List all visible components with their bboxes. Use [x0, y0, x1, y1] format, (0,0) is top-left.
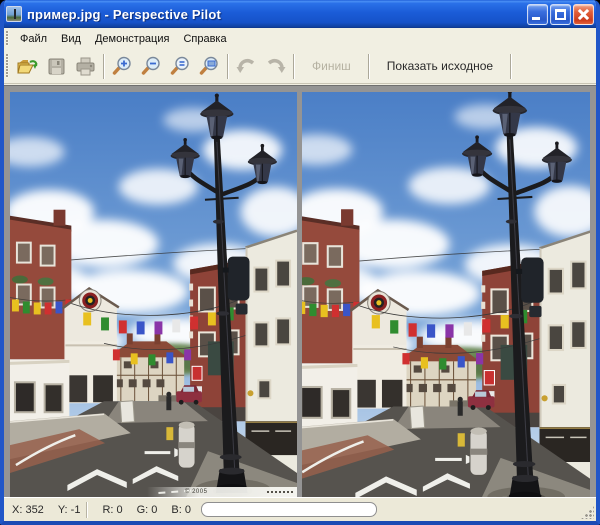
- close-icon: [577, 8, 590, 21]
- zoom-out-button[interactable]: [137, 52, 166, 81]
- photo-original[interactable]: [302, 92, 590, 497]
- print-button[interactable]: [71, 52, 100, 81]
- zoom-in-button[interactable]: [108, 52, 137, 81]
- progress-bar: [201, 502, 377, 517]
- menu-help[interactable]: Справка: [176, 30, 233, 48]
- status-bar: X: 352 Y: -1 R: 0 G: 0 B: 0: [4, 497, 596, 521]
- save-button[interactable]: [42, 52, 71, 81]
- finish-button[interactable]: Финиш: [298, 52, 365, 81]
- status-cursor-y: Y: -1: [57, 503, 81, 516]
- open-folder-icon: [17, 59, 38, 73]
- window-title: пример.jpg - Perspective Pilot: [27, 6, 221, 22]
- toolbar-separator: [103, 53, 105, 79]
- street-scene-corrected: [10, 92, 297, 497]
- zoom-fit-icon: [199, 56, 218, 75]
- zoom-fit-button[interactable]: [195, 52, 224, 81]
- print-icon: [76, 57, 95, 75]
- maximize-icon: [555, 8, 566, 20]
- minimize-icon: [532, 16, 540, 20]
- close-button[interactable]: [573, 3, 594, 25]
- toolbar-grip[interactable]: [6, 54, 9, 78]
- photo-watermark: © 2005: [147, 487, 297, 497]
- undo-icon: [236, 58, 255, 73]
- app-icon: [6, 6, 22, 22]
- menu-file[interactable]: Файл: [13, 30, 54, 48]
- status-blue-value: B: 0: [171, 503, 191, 516]
- minimize-button[interactable]: [527, 3, 548, 25]
- photo-corrected[interactable]: © 2005: [10, 92, 297, 497]
- zoom-in-icon: [112, 56, 131, 75]
- toolbar-separator: [227, 53, 229, 79]
- titlebar[interactable]: пример.jpg - Perspective Pilot: [4, 0, 596, 28]
- undo-button[interactable]: [232, 52, 261, 81]
- redo-button[interactable]: [261, 52, 290, 81]
- toolbar-separator: [367, 53, 370, 79]
- maximize-button[interactable]: [550, 3, 571, 25]
- resize-grip[interactable]: [581, 506, 594, 519]
- open-file-button[interactable]: [13, 52, 42, 81]
- app-window: пример.jpg - Perspective Pilot Файл Вид …: [0, 0, 600, 525]
- save-icon: [48, 58, 65, 74]
- status-cursor-x: X: 352: [12, 503, 44, 516]
- show-original-button-label: Показать исходное: [386, 59, 494, 73]
- menubar-grip[interactable]: [6, 31, 9, 46]
- image-canvas: © 2005: [4, 85, 596, 497]
- status-green-value: G: 0: [136, 503, 158, 516]
- menu-view[interactable]: Вид: [54, 30, 88, 48]
- menu-bar: Файл Вид Демонстрация Справка: [4, 28, 596, 49]
- zoom-out-icon: [141, 56, 160, 75]
- zoom-actual-size-icon: [170, 56, 189, 75]
- statusbar-separator: [86, 501, 89, 518]
- zoom-actual-size-button[interactable]: [166, 52, 195, 81]
- toolbar-separator: [293, 53, 295, 79]
- street-scene-original: [302, 92, 590, 497]
- toolbar-separator: [510, 53, 513, 79]
- toolbar: Финиш Показать исходное: [4, 49, 596, 84]
- redo-icon: [267, 58, 286, 73]
- status-red-value: R: 0: [102, 503, 123, 516]
- finish-button-label: Финиш: [312, 59, 351, 73]
- menu-demonstration[interactable]: Демонстрация: [88, 30, 177, 48]
- show-original-button[interactable]: Показать исходное: [373, 52, 507, 81]
